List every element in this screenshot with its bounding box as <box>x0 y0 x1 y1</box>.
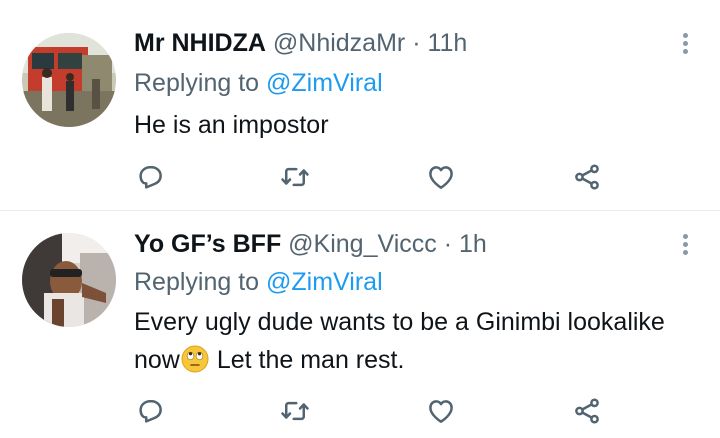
replying-to: Replying to @ZimViral <box>134 68 383 98</box>
reply-icon <box>139 400 162 423</box>
display-name[interactable]: Yo GF’s BFF <box>134 230 281 258</box>
share-icon <box>575 164 599 190</box>
separator: · <box>412 29 421 57</box>
tweet-header: Mr NHIDZA @NhidzaMr · 11h <box>134 28 467 58</box>
avatar[interactable] <box>22 233 116 327</box>
display-name[interactable]: Mr NHIDZA <box>134 29 266 57</box>
reply-icon <box>139 166 162 189</box>
face-with-rolling-eyes-emoji <box>181 345 209 373</box>
mention-link[interactable]: @ZimViral <box>266 268 383 296</box>
timestamp[interactable]: 1h <box>459 230 487 258</box>
retweet-button[interactable] <box>278 394 312 428</box>
tweet[interactable]: Mr NHIDZA @NhidzaMr · 11h Replying to @Z… <box>0 0 720 210</box>
like-icon <box>429 166 453 189</box>
share-icon <box>575 398 599 424</box>
avatar[interactable] <box>22 33 116 127</box>
replying-prefix: Replying to <box>134 69 260 97</box>
share-button[interactable] <box>570 160 604 194</box>
separator: · <box>443 230 453 258</box>
tweet-text-part: Let the man rest. <box>209 346 405 374</box>
like-icon <box>429 400 453 423</box>
retweet-icon <box>281 401 309 421</box>
like-button[interactable] <box>424 394 458 428</box>
reply-button[interactable] <box>133 160 167 194</box>
tweet-text: He is an impostor <box>134 111 329 139</box>
timestamp[interactable]: 11h <box>427 29 467 57</box>
replying-prefix: Replying to <box>134 268 260 296</box>
share-button[interactable] <box>570 394 604 428</box>
retweet-icon <box>281 167 309 187</box>
more-options-icon[interactable] <box>675 30 695 58</box>
user-handle[interactable]: @King_Viccc <box>288 230 437 258</box>
more-options-icon[interactable] <box>675 231 695 259</box>
mention-link[interactable]: @ZimViral <box>266 69 383 97</box>
like-button[interactable] <box>424 160 458 194</box>
tweet-text: Every ugly dude wants to be a Ginimbi lo… <box>134 303 694 379</box>
tweet-header: Yo GF’s BFF @King_Viccc · 1h <box>134 229 487 259</box>
reply-button[interactable] <box>133 394 167 428</box>
retweet-button[interactable] <box>278 160 312 194</box>
user-handle[interactable]: @NhidzaMr <box>273 29 405 57</box>
replying-to: Replying to @ZimViral <box>134 267 383 297</box>
